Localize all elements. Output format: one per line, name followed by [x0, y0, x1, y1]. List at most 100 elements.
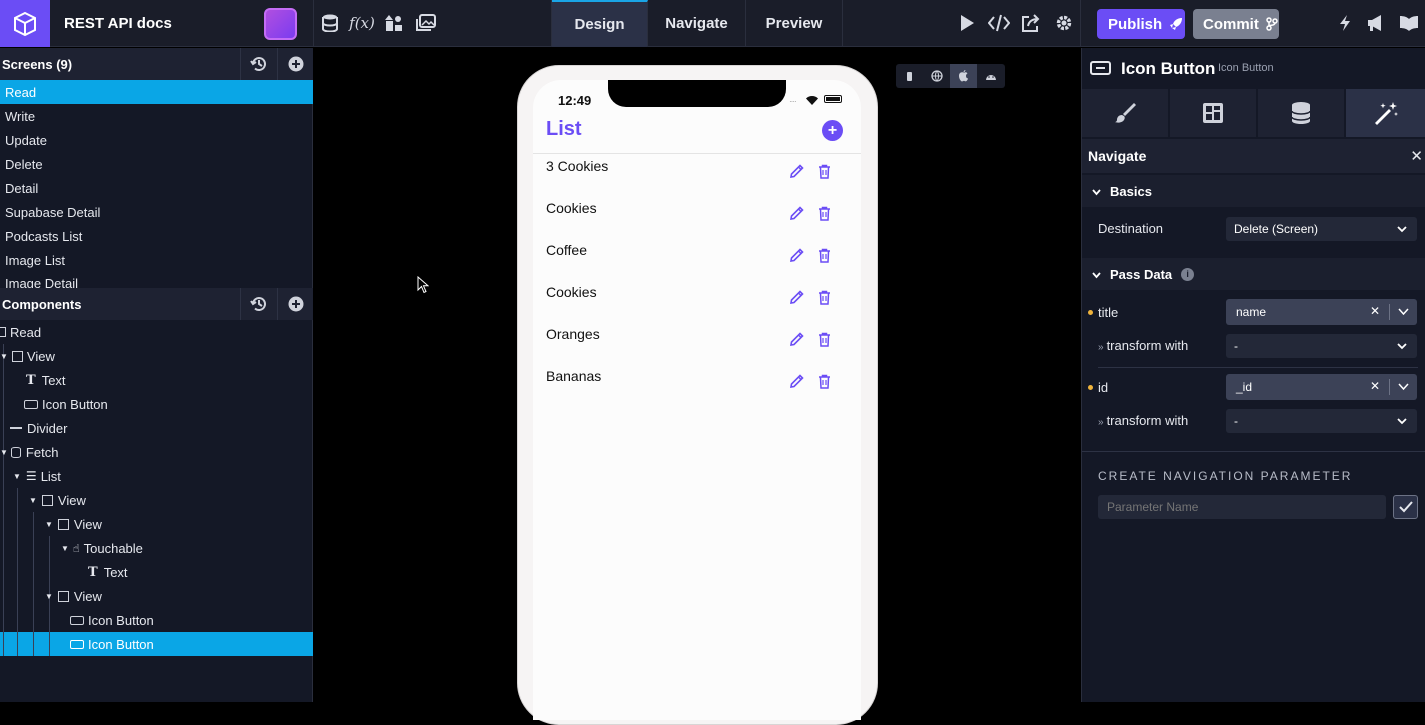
edit-icon[interactable] [788, 204, 806, 222]
screen-item-podcasts-list[interactable]: Podcasts List [0, 224, 313, 248]
commit-button[interactable]: Commit [1193, 9, 1279, 39]
publish-button[interactable]: Publish [1097, 9, 1185, 39]
tree-item-view[interactable]: ▼ View [45, 584, 102, 608]
tree-item-text[interactable]: T Text [26, 368, 66, 392]
tab-data[interactable] [1258, 89, 1345, 137]
text-icon: T [26, 372, 36, 388]
database-icon[interactable] [319, 12, 341, 34]
tree-item-label: Text [41, 372, 66, 388]
list-item[interactable]: Cookies [533, 284, 861, 326]
edit-icon[interactable] [788, 246, 806, 264]
screen-item-image-detail[interactable]: Image Detail [0, 272, 313, 288]
functions-icon[interactable]: f(x) [349, 12, 375, 34]
project-title[interactable]: REST API docs [64, 15, 172, 32]
assets-icon[interactable] [383, 12, 405, 34]
tab-layout[interactable] [1170, 89, 1257, 137]
param-value-select[interactable]: _id ✕ [1226, 374, 1417, 400]
tree-guide [17, 488, 18, 656]
pass-data-header[interactable]: Pass Data i [1082, 258, 1425, 290]
close-icon[interactable]: ✕ [1410, 147, 1423, 165]
tree-item-icon-button[interactable]: Icon Button [70, 608, 154, 632]
transform-select[interactable]: - [1226, 334, 1417, 358]
app-logo-icon[interactable] [0, 0, 50, 47]
delete-icon[interactable] [815, 330, 833, 348]
confirm-parameter-button[interactable] [1393, 495, 1418, 519]
edit-icon[interactable] [788, 288, 806, 306]
clear-icon[interactable]: ✕ [1370, 379, 1380, 393]
screen-item-image-list[interactable]: Image List [0, 248, 313, 272]
apple-platform-icon[interactable] [950, 64, 977, 88]
tree-item-list[interactable]: ▼ ☰ List [13, 464, 61, 488]
tree-item-label: Divider [27, 420, 68, 436]
project-icon[interactable] [264, 8, 297, 40]
parameter-name-input[interactable] [1098, 495, 1386, 519]
list-item[interactable]: Cookies [533, 200, 861, 242]
android-platform-icon[interactable] [977, 64, 1004, 88]
share-icon[interactable] [1020, 12, 1042, 34]
gear-icon[interactable] [1053, 12, 1075, 34]
tree-item-touchable[interactable]: ▼ ☝ Touchable [61, 536, 143, 560]
history-icon[interactable] [240, 288, 276, 320]
tree-item-view[interactable]: ▼ View [29, 488, 86, 512]
edit-icon[interactable] [788, 372, 806, 390]
play-icon[interactable] [956, 12, 978, 34]
tree-item-view[interactable]: ▼ View [0, 344, 55, 368]
screen-item-delete[interactable]: Delete [0, 152, 313, 176]
media-icon[interactable] [415, 12, 437, 34]
edit-icon[interactable] [788, 162, 806, 180]
tab-design[interactable]: Design [552, 0, 648, 47]
tree-item-icon-button-selected[interactable]: Icon Button [70, 632, 154, 656]
list-item[interactable]: Oranges [533, 326, 861, 368]
delete-icon[interactable] [815, 162, 833, 180]
tab-preview[interactable]: Preview [746, 0, 843, 47]
add-screen-icon[interactable] [277, 48, 313, 80]
web-platform-icon[interactable] [923, 64, 950, 88]
screen-item-write[interactable]: Write [0, 104, 313, 128]
screen-item-update[interactable]: Update [0, 128, 313, 152]
tree-item-label: Touchable [83, 540, 143, 556]
bound-indicator [1088, 385, 1093, 390]
tab-navigate[interactable]: Navigate [648, 0, 746, 47]
tree-item-fetch[interactable]: ▼ Fetch [0, 440, 58, 464]
screen-item-read[interactable]: Read [0, 80, 313, 104]
delete-icon[interactable] [815, 204, 833, 222]
screen-item-detail[interactable]: Detail [0, 176, 313, 200]
design-canvas[interactable]: 12:49 ···· List + 3 Cookies Cookies Coffee… [314, 48, 1081, 725]
transform-select[interactable]: - [1226, 409, 1417, 433]
delete-icon[interactable] [815, 288, 833, 306]
chevron-down-icon: ▼ [61, 543, 69, 553]
phone-platform-icon[interactable] [896, 64, 923, 88]
tab-interactions[interactable] [1346, 89, 1425, 137]
param-value-select[interactable]: name ✕ [1226, 299, 1417, 325]
tab-style[interactable] [1082, 89, 1169, 137]
tree-item-icon-button[interactable]: Icon Button [24, 392, 108, 416]
screens-header: Screens (9) [0, 48, 313, 80]
divider [1389, 304, 1390, 320]
phone-notch [608, 80, 786, 107]
list-item[interactable]: Coffee [533, 242, 861, 284]
add-item-button[interactable]: + [822, 120, 843, 141]
tree-item-view[interactable]: ▼ View [45, 512, 102, 536]
lightning-icon[interactable] [1334, 12, 1356, 34]
list-item[interactable]: Bananas [533, 368, 861, 410]
wifi-icon [805, 93, 819, 111]
tree-item-divider[interactable]: Divider [10, 416, 67, 440]
add-component-icon[interactable] [277, 288, 313, 320]
edit-icon[interactable] [788, 330, 806, 348]
screen-item-supabase-detail[interactable]: Supabase Detail [0, 200, 313, 224]
info-icon[interactable]: i [1181, 267, 1195, 281]
clear-icon[interactable]: ✕ [1370, 304, 1380, 318]
destination-select[interactable]: Delete (Screen) [1226, 217, 1417, 241]
tree-item-read[interactable]: Read [0, 320, 41, 344]
delete-icon[interactable] [815, 246, 833, 264]
book-icon[interactable] [1398, 12, 1420, 34]
code-icon[interactable] [988, 12, 1010, 34]
list-item[interactable]: 3 Cookies [533, 158, 861, 200]
history-icon[interactable] [240, 48, 276, 80]
basics-header[interactable]: Basics [1082, 175, 1425, 207]
list-item-text: Cookies [546, 200, 597, 216]
delete-icon[interactable] [815, 372, 833, 390]
magic-wand-icon [1374, 102, 1398, 125]
megaphone-icon[interactable] [1365, 12, 1387, 34]
tree-item-text[interactable]: T Text [88, 560, 128, 584]
